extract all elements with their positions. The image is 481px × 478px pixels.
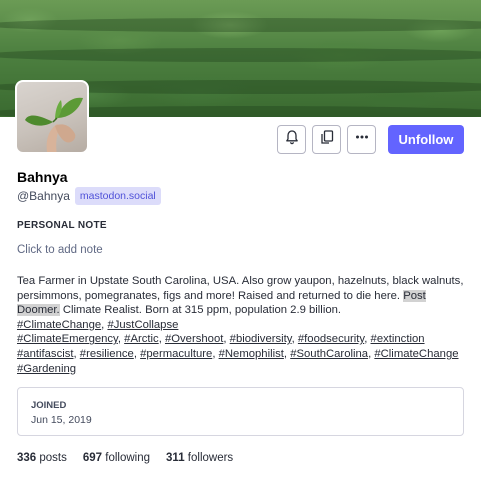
hashtag-link[interactable]: #SouthCarolina xyxy=(290,348,368,360)
joined-field: JOINED Jun 15, 2019 xyxy=(17,387,464,436)
hashtag-link[interactable]: #permaculture xyxy=(140,348,212,360)
bell-icon xyxy=(284,129,300,150)
hashtag-link[interactable]: #foodsecurity xyxy=(298,333,364,345)
display-name: Bahnya xyxy=(17,169,68,185)
domain-badge[interactable]: mastodon.social xyxy=(74,187,161,205)
hashtag-link[interactable]: #antifascist xyxy=(17,348,74,360)
hashtag-link[interactable]: #Arctic xyxy=(124,333,159,345)
account-stats: 336 posts 697 following 311 followers xyxy=(17,452,233,464)
posts-count-link[interactable]: 336 posts xyxy=(17,452,67,464)
account-handle: @Bahnya xyxy=(17,189,70,203)
hashtag-link[interactable]: #extinction xyxy=(371,333,425,345)
personal-note-label: PERSONAL NOTE xyxy=(17,220,107,231)
hashtag-line: #Gardening xyxy=(17,363,76,375)
copy-link-button[interactable] xyxy=(312,125,341,154)
hashtag-link[interactable]: #JustCollapse xyxy=(107,319,178,331)
hashtag-link[interactable]: #Nemophilist xyxy=(219,348,284,360)
hashtag-line: #antifascist, #resilience, #permaculture… xyxy=(17,347,459,360)
joined-date: Jun 15, 2019 xyxy=(31,414,92,426)
unfollow-button[interactable]: Unfollow xyxy=(388,125,464,154)
personal-note-input[interactable]: Click to add note xyxy=(17,244,103,256)
copy-icon xyxy=(319,129,335,150)
more-options-button[interactable] xyxy=(347,125,376,154)
hashtag-link[interactable]: #Gardening xyxy=(17,363,76,375)
hashtag-link[interactable]: #resilience xyxy=(80,348,134,360)
bio-text-2: Climate Realist. Born at 315 ppm, popula… xyxy=(62,304,342,317)
following-count-link[interactable]: 697 following xyxy=(83,452,150,464)
avatar[interactable] xyxy=(15,80,89,154)
bio-text: Tea Farmer in Upstate South Carolina, US… xyxy=(17,275,464,302)
joined-label: JOINED xyxy=(31,400,67,411)
hashtag-link[interactable]: #biodiversity xyxy=(230,333,292,345)
hashtag-link[interactable]: #ClimateEmergency xyxy=(17,333,118,345)
hashtag-line: #ClimateEmergency, #Arctic, #Overshoot, … xyxy=(17,333,425,346)
account-bio: Tea Farmer in Upstate South Carolina, US… xyxy=(17,274,469,376)
account-handle-row: @Bahnya mastodon.social xyxy=(17,187,161,205)
hashtag-line: #ClimateChange, #JustCollapse xyxy=(17,318,179,331)
ellipsis-icon xyxy=(354,129,370,150)
hashtag-link[interactable]: #ClimateChange xyxy=(374,348,458,360)
notify-bell-button[interactable] xyxy=(277,125,306,154)
profile-actions: Unfollow xyxy=(277,125,464,154)
hashtag-link[interactable]: #Overshoot xyxy=(165,333,223,345)
followers-count-link[interactable]: 311 followers xyxy=(166,452,233,464)
hashtag-link[interactable]: #ClimateChange xyxy=(17,319,101,331)
